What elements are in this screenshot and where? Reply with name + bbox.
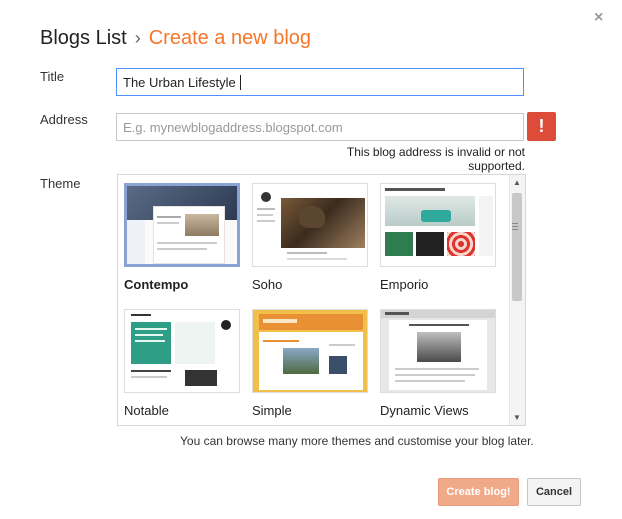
theme-option-soho[interactable]: Soho bbox=[252, 183, 370, 292]
address-error-message: This blog address is invalid or not supp… bbox=[346, 145, 525, 173]
theme-option-contempo[interactable]: Contempo bbox=[124, 183, 242, 292]
simple-thumbnail-icon bbox=[252, 309, 368, 393]
page-title: Create a new blog bbox=[148, 27, 312, 49]
theme-name: Notable bbox=[124, 403, 169, 418]
close-icon[interactable]: × bbox=[594, 10, 603, 26]
contempo-thumbnail-icon bbox=[124, 183, 240, 267]
address-placeholder: E.g. mynewblogaddress.blogspot.com bbox=[123, 119, 343, 135]
title-field[interactable]: The Urban Lifestyle bbox=[116, 68, 524, 96]
theme-name: Simple bbox=[252, 403, 292, 418]
scroll-down-arrow-icon[interactable]: ▼ bbox=[513, 413, 521, 422]
error-icon: ! bbox=[527, 112, 556, 141]
theme-name: Emporio bbox=[380, 277, 429, 292]
dynamic-views-thumbnail-icon bbox=[380, 309, 496, 393]
breadcrumb-blogs-list-link[interactable]: Blogs List bbox=[40, 27, 127, 49]
emporio-thumbnail-icon bbox=[380, 183, 496, 267]
theme-option-dynamic-views[interactable]: Dynamic Views bbox=[380, 309, 498, 418]
address-label: Address bbox=[40, 112, 88, 127]
browse-themes-note: You can browse many more themes and cust… bbox=[180, 434, 534, 448]
theme-name: Dynamic Views bbox=[380, 403, 469, 418]
breadcrumb-separator-icon: › bbox=[134, 28, 141, 48]
text-caret bbox=[239, 74, 241, 90]
scroll-up-arrow-icon[interactable]: ▲ bbox=[513, 178, 521, 187]
theme-option-notable[interactable]: Notable bbox=[124, 309, 242, 418]
soho-thumbnail-icon bbox=[252, 183, 368, 267]
scroll-thumb[interactable] bbox=[512, 193, 522, 301]
theme-label: Theme bbox=[40, 176, 81, 191]
address-field[interactable]: E.g. mynewblogaddress.blogspot.com bbox=[116, 113, 524, 141]
create-blog-dialog: × Blogs List › Create a new blog Title The… bbox=[0, 0, 622, 519]
title-field-value: The Urban Lifestyle bbox=[123, 74, 236, 90]
theme-option-simple[interactable]: Simple bbox=[252, 309, 370, 418]
theme-option-emporio[interactable]: Emporio bbox=[380, 183, 498, 292]
theme-picker: Contempo Soho Emporio Notable Simple Dyn… bbox=[117, 174, 526, 426]
breadcrumb: Blogs List › Create a new blog bbox=[40, 27, 311, 50]
theme-name: Contempo bbox=[124, 277, 189, 292]
title-label: Title bbox=[40, 69, 65, 84]
create-blog-button[interactable]: Create blog! bbox=[438, 478, 519, 506]
scroll-grip-icon bbox=[512, 223, 518, 232]
theme-name: Soho bbox=[252, 277, 283, 292]
cancel-button[interactable]: Cancel bbox=[527, 478, 581, 506]
theme-scrollbar[interactable]: ▲ ▼ bbox=[509, 175, 525, 425]
notable-thumbnail-icon bbox=[124, 309, 240, 393]
